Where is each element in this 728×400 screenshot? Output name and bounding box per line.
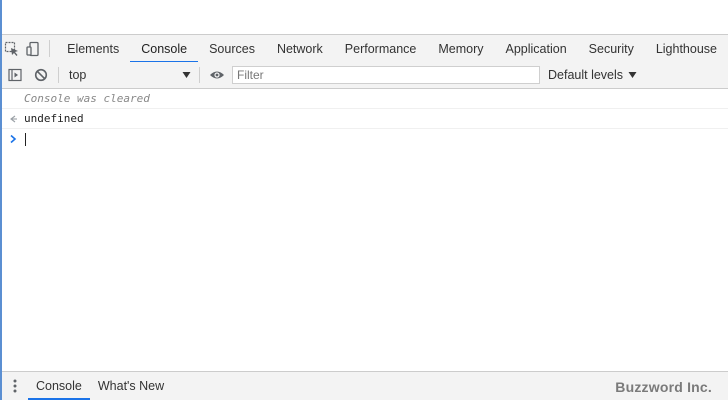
main-tabbar: Elements Console Sources Network Perform… xyxy=(2,34,728,63)
tab-label: Lighthouse xyxy=(655,41,717,56)
context-value: top xyxy=(69,68,87,82)
dropdown-arrow-icon xyxy=(628,68,637,82)
drawer-menu-icon[interactable] xyxy=(2,372,28,400)
devtools-window: Elements Console Sources Network Perform… xyxy=(0,0,728,400)
console-message: Console was cleared xyxy=(2,89,728,109)
tab-lighthouse[interactable]: Lighthouse xyxy=(645,35,728,62)
log-levels-dropdown[interactable]: Default levels xyxy=(548,68,637,82)
inspect-element-icon[interactable] xyxy=(2,35,23,62)
tab-label: Network xyxy=(276,41,323,56)
tab-network[interactable]: Network xyxy=(266,35,334,62)
tab-label: Application xyxy=(505,41,567,56)
drawer-tab-label: What's New xyxy=(97,379,165,393)
console-message: undefined xyxy=(2,109,728,129)
tab-label: Console xyxy=(141,41,188,56)
tab-memory[interactable]: Memory xyxy=(427,35,494,62)
drawer-tab-label: Console xyxy=(36,379,82,393)
watermark: Buzzword Inc. xyxy=(615,379,712,395)
result-message-text: undefined xyxy=(24,112,84,125)
drawer-tab-console[interactable]: Console xyxy=(28,372,90,400)
dropdown-arrow-icon xyxy=(182,68,191,82)
tabbar-separator xyxy=(49,40,51,57)
result-arrow-icon xyxy=(2,114,24,124)
tab-label: Performance xyxy=(344,41,417,56)
toolbar-separator xyxy=(199,67,200,83)
filter-input[interactable] xyxy=(232,66,540,84)
device-toolbar-icon[interactable] xyxy=(23,35,44,62)
sidebar-toggle-icon[interactable] xyxy=(2,62,28,88)
drawer-tab-whats-new[interactable]: What's New xyxy=(90,372,172,400)
toolbar-separator xyxy=(58,67,59,83)
tab-label: Memory xyxy=(438,41,484,56)
eye-icon[interactable] xyxy=(204,62,230,88)
tab-label: Elements xyxy=(67,41,120,56)
console-output[interactable]: Console was cleared undefined xyxy=(2,89,728,371)
tab-performance[interactable]: Performance xyxy=(334,35,428,62)
top-spacer xyxy=(2,0,728,34)
tab-application[interactable]: Application xyxy=(495,35,578,62)
tab-elements[interactable]: Elements xyxy=(56,35,130,62)
tab-console[interactable]: Console xyxy=(130,35,198,63)
context-selector[interactable]: top xyxy=(63,65,195,85)
tab-sources[interactable]: Sources xyxy=(198,35,266,62)
tab-label: Security xyxy=(588,41,634,56)
clear-console-icon[interactable] xyxy=(28,62,54,88)
tab-security[interactable]: Security xyxy=(578,35,645,62)
prompt-chevron-icon xyxy=(2,134,24,144)
console-prompt[interactable] xyxy=(2,129,728,149)
log-levels-label: Default levels xyxy=(548,68,624,82)
text-caret xyxy=(25,132,26,146)
console-toolbar: top Default levels xyxy=(2,62,728,89)
tab-label: Sources xyxy=(209,41,255,56)
cleared-message-text: Console was cleared xyxy=(24,92,150,105)
